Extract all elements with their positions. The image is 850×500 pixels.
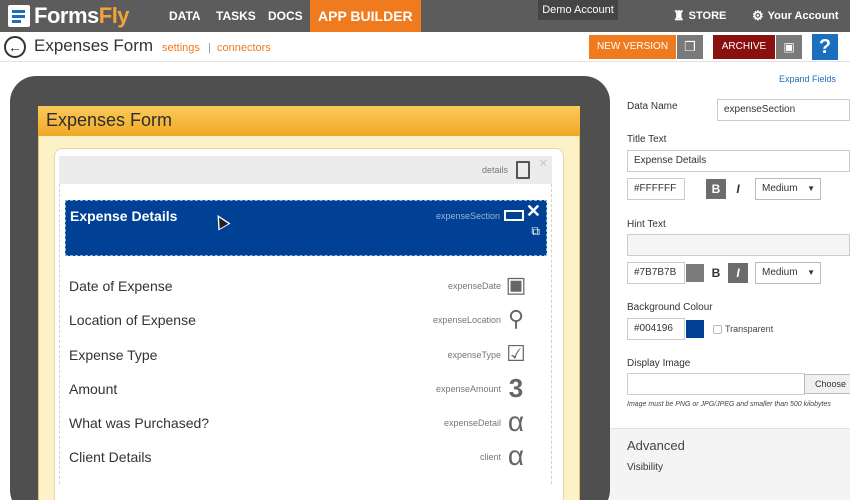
top-navigation-bar: FormsFly DATA TASKS DOCS APP BUILDER Dem… bbox=[0, 0, 850, 32]
hint-italic-button[interactable]: I bbox=[728, 263, 748, 283]
details-page-bar[interactable]: details ✕ bbox=[59, 156, 552, 184]
background-colour-swatch[interactable] bbox=[686, 320, 704, 338]
form-header: Expenses Form bbox=[38, 106, 580, 136]
new-version-button[interactable]: NEW VERSION bbox=[589, 35, 676, 59]
text-icon: α bbox=[507, 440, 525, 471]
title-color-input[interactable]: #FFFFFF bbox=[627, 178, 685, 200]
calendar-icon: ▣ bbox=[505, 272, 527, 297]
chevron-down-icon: ▼ bbox=[807, 268, 815, 277]
number-icon: 3 bbox=[508, 373, 524, 403]
gear-icon: ⚙ bbox=[752, 8, 764, 23]
data-name-input[interactable]: expenseSection bbox=[717, 99, 850, 121]
display-image-input[interactable] bbox=[627, 373, 805, 395]
account-label: Your Account bbox=[767, 10, 839, 22]
background-colour-input[interactable]: #004196 bbox=[627, 318, 685, 340]
nav-app-builder[interactable]: APP BUILDER bbox=[310, 0, 421, 32]
back-arrow-icon[interactable]: ← bbox=[4, 36, 26, 58]
new-version-icon[interactable]: ❐ bbox=[677, 35, 703, 59]
field-key: expenseLocation bbox=[432, 315, 501, 325]
background-colour-label: Background Colour bbox=[627, 302, 713, 313]
formsfly-logo[interactable]: FormsFly bbox=[8, 2, 130, 30]
visibility-label: Visibility bbox=[627, 462, 663, 473]
field-row[interactable]: What was Purchased? expenseDetail α bbox=[65, 407, 547, 439]
logo-mark-icon bbox=[8, 5, 30, 27]
details-key: details bbox=[481, 165, 508, 175]
title-size-select[interactable]: Medium ▼ bbox=[755, 178, 821, 200]
field-row[interactable]: Amount expenseAmount 3 bbox=[65, 373, 547, 405]
hint-size-value: Medium bbox=[762, 267, 798, 278]
account-link[interactable]: ⚙ Your Account bbox=[752, 0, 839, 32]
title-text-input[interactable]: Expense Details bbox=[627, 150, 850, 172]
transparent-label: Transparent bbox=[725, 324, 774, 334]
hint-text-label: Hint Text bbox=[627, 219, 666, 230]
store-link[interactable]: ♜ STORE bbox=[673, 0, 726, 32]
hint-bold-button[interactable]: B bbox=[706, 263, 726, 283]
page-title: Expenses Form bbox=[34, 36, 154, 55]
demo-account-badge: Demo Account bbox=[538, 0, 618, 20]
nav-tasks[interactable]: TASKS bbox=[216, 0, 256, 32]
location-pin-icon: ⚲ bbox=[507, 306, 525, 331]
title-bold-button[interactable]: B bbox=[706, 179, 726, 199]
field-label: What was Purchased? bbox=[69, 415, 210, 431]
field-key: client bbox=[479, 452, 501, 462]
logo-word-accent: Fly bbox=[98, 3, 130, 28]
field-row[interactable]: Client Details client α bbox=[65, 441, 547, 473]
chevron-down-icon: ▼ bbox=[807, 184, 815, 193]
hint-color-swatch[interactable] bbox=[686, 264, 704, 282]
copy-icon[interactable]: ⧉ bbox=[531, 224, 540, 239]
field-row[interactable]: Expense Type expenseType ☑ bbox=[65, 339, 547, 371]
field-label: Location of Expense bbox=[69, 312, 196, 328]
data-name-label: Data Name bbox=[627, 101, 678, 112]
form-title: Expenses Form bbox=[46, 110, 173, 130]
hint-text-input[interactable] bbox=[627, 234, 850, 256]
link-separator: | bbox=[208, 42, 211, 54]
close-icon[interactable]: ✕ bbox=[539, 157, 548, 170]
field-key: expenseDetail bbox=[443, 418, 501, 428]
section-expense-details[interactable]: Expense Details expenseSection ✕ ⧉ bbox=[65, 200, 547, 256]
archive-box-icon[interactable]: ▣ bbox=[776, 35, 802, 59]
nav-data[interactable]: DATA bbox=[169, 0, 201, 32]
settings-link[interactable]: settings bbox=[162, 42, 200, 54]
nav-docs[interactable]: DOCS bbox=[268, 0, 303, 32]
hint-color-input[interactable]: #7B7B7B bbox=[627, 262, 685, 284]
logo-text: FormsFly bbox=[34, 3, 130, 29]
section-icon bbox=[504, 210, 524, 221]
field-row[interactable]: Date of Expense expenseDate ▣ bbox=[65, 270, 547, 302]
title-text-label: Title Text bbox=[627, 134, 667, 145]
field-key: expenseDate bbox=[447, 281, 501, 291]
basket-icon: ♜ bbox=[673, 8, 685, 23]
field-label: Date of Expense bbox=[69, 278, 173, 294]
hint-size-select[interactable]: Medium ▼ bbox=[755, 262, 821, 284]
archive-button[interactable]: ARCHIVE bbox=[713, 35, 775, 59]
display-image-label: Display Image bbox=[627, 358, 691, 369]
connectors-link[interactable]: connectors bbox=[217, 42, 271, 54]
title-size-value: Medium bbox=[762, 183, 798, 194]
transparent-checkbox[interactable] bbox=[713, 325, 722, 334]
field-row[interactable]: Location of Expense expenseLocation ⚲ bbox=[65, 304, 547, 336]
field-key: expenseType bbox=[447, 350, 501, 360]
image-requirements-note: Image must be PNG or JPG/JPEG and smalle… bbox=[627, 401, 831, 408]
field-key: expenseAmount bbox=[435, 384, 501, 394]
expand-fields-link[interactable]: Expand Fields bbox=[779, 74, 836, 84]
advanced-title[interactable]: Advanced bbox=[627, 438, 685, 453]
logo-word: Forms bbox=[34, 3, 99, 28]
field-label: Expense Type bbox=[69, 347, 158, 363]
choose-file-button[interactable]: Choose bbox=[804, 374, 850, 394]
section-title: Expense Details bbox=[70, 208, 178, 224]
section-key: expenseSection bbox=[435, 211, 500, 221]
store-label: STORE bbox=[688, 10, 727, 22]
app-screen: FormsFly DATA TASKS DOCS APP BUILDER Dem… bbox=[0, 0, 850, 500]
text-icon: α bbox=[507, 406, 525, 437]
field-label: Client Details bbox=[69, 449, 152, 465]
advanced-section: Advanced Visibility bbox=[610, 428, 850, 500]
title-italic-button[interactable]: I bbox=[728, 179, 748, 199]
help-button[interactable]: ? bbox=[812, 34, 838, 60]
field-label: Amount bbox=[69, 381, 118, 397]
delete-icon[interactable]: ✕ bbox=[526, 201, 541, 222]
document-icon bbox=[516, 161, 530, 179]
checkbox-icon: ☑ bbox=[506, 341, 526, 366]
